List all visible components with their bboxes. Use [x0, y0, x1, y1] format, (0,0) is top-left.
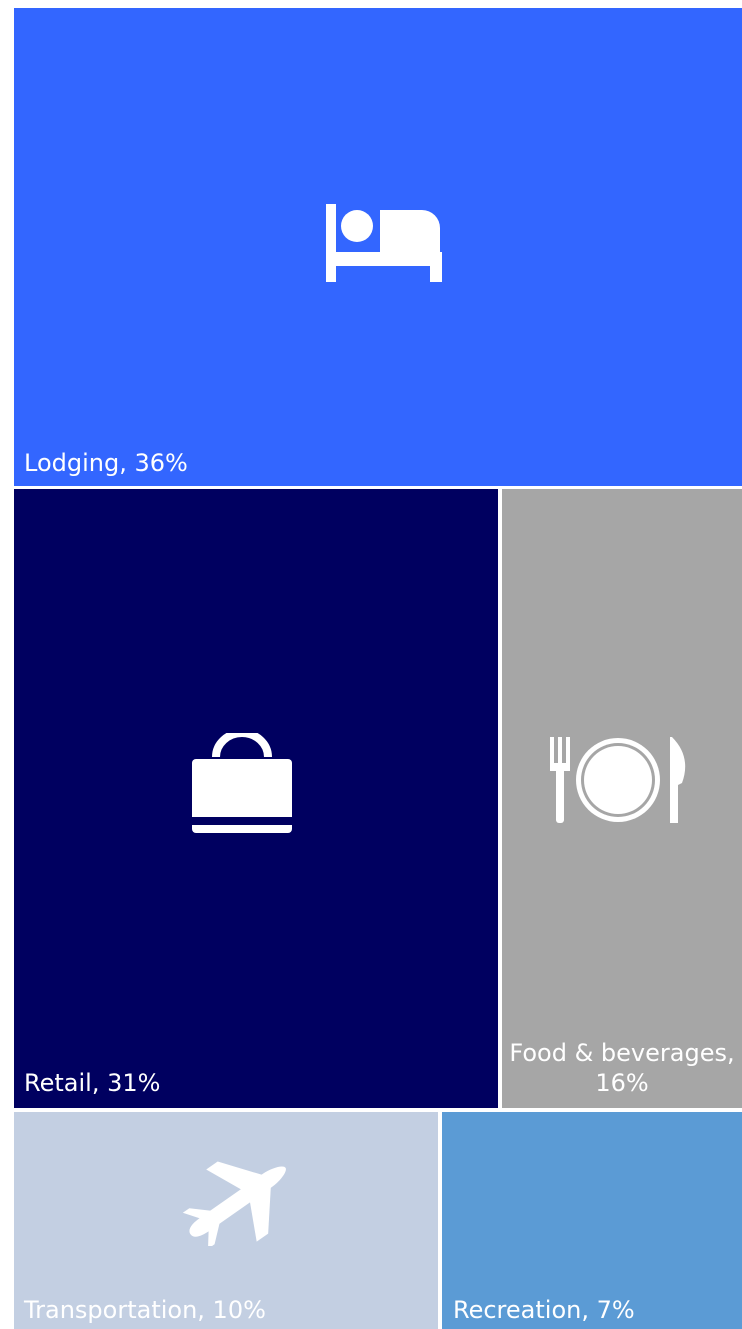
treemap-tile-recreation: Recreation, 7%	[442, 1112, 742, 1329]
treemap-tile-retail: Retail, 31%	[14, 489, 498, 1108]
bed-icon	[326, 204, 442, 282]
tile-label: Food & beverages, 16%	[509, 1039, 735, 1097]
tile-label: Retail, 31%	[24, 1069, 161, 1097]
fork-plate-knife-icon	[550, 737, 686, 823]
treemap-tile-transportation: Transportation, 10%	[14, 1112, 438, 1329]
treemap-tile-food: Food & beverages, 16%	[502, 489, 742, 1108]
tile-label: Transportation, 10%	[24, 1296, 266, 1324]
tile-label: Recreation, 7%	[453, 1296, 635, 1324]
airplane-icon	[182, 1161, 286, 1246]
treemap-tile-lodging: Lodging, 36%	[14, 8, 742, 486]
tile-label: Lodging, 36%	[24, 449, 188, 477]
shopping-bag-icon	[192, 733, 292, 833]
